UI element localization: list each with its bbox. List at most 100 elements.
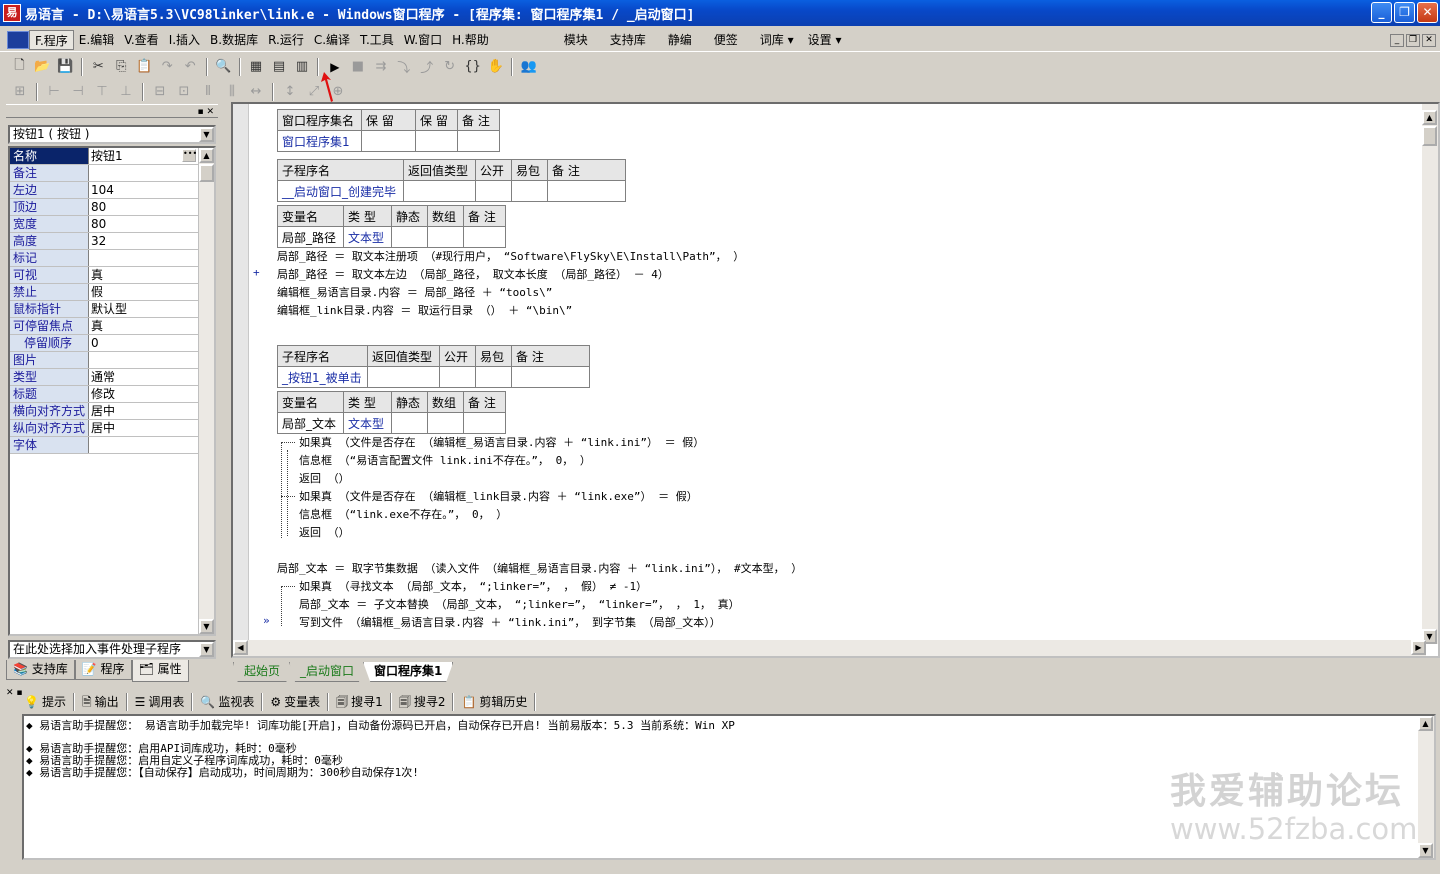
center-vertical-icon[interactable]: ⊡ [173, 82, 195, 102]
property-value[interactable]: 104 [89, 182, 214, 198]
code-line[interactable]: 返回 （） [299, 470, 350, 487]
menu-static-compile[interactable]: 静编 [663, 30, 697, 50]
tab-properties[interactable]: 🗂 属性 [131, 660, 189, 682]
new-file-icon[interactable]: 🗋 [9, 57, 30, 77]
tab-variables[interactable]: ⚙ 变量表 [266, 691, 324, 713]
paste-icon[interactable]: 📋 [134, 57, 155, 77]
code-line[interactable]: 返回 （） [299, 524, 350, 541]
property-scrollbar[interactable]: ▲ ▼ [198, 148, 214, 634]
property-value[interactable]: 修改 [89, 386, 214, 402]
property-value[interactable]: 居中 [89, 420, 214, 436]
code-line[interactable]: 局部_路径 ＝ 取文本注册项 （#现行用户， “Software\FlySky\… [277, 248, 744, 265]
table-cell[interactable] [511, 180, 548, 202]
menu-window[interactable]: W.窗口 [399, 30, 447, 50]
property-row[interactable]: 宽度 80 [10, 216, 214, 233]
menu-run[interactable]: R.运行 [263, 30, 309, 50]
tab-output[interactable]: 🗎 输出 [78, 691, 123, 713]
redo-icon[interactable]: ↷ [157, 57, 178, 77]
property-value[interactable]: 80 [89, 199, 214, 215]
scroll-thumb[interactable] [1422, 126, 1437, 146]
tab-startup-window[interactable]: _启动窗口 [289, 662, 366, 682]
property-row[interactable]: 顶边 80 [10, 199, 214, 216]
table-cell[interactable] [463, 412, 506, 434]
save-icon[interactable]: 💾 [55, 57, 76, 77]
space-horizontal-icon[interactable]: ⫴ [197, 82, 219, 102]
center-form-icon[interactable]: ⊕ [327, 82, 349, 102]
layout-1-icon[interactable]: ▦ [246, 57, 267, 77]
table-cell[interactable] [391, 412, 428, 434]
property-row[interactable]: 停留顺序 0 [10, 335, 214, 352]
table-cell[interactable] [427, 226, 464, 248]
maximize-button[interactable]: ❐ [1394, 2, 1415, 23]
align-top-icon[interactable]: ⊤ [91, 82, 113, 102]
scroll-up-icon[interactable]: ▲ [199, 148, 214, 163]
ellipsis-icon[interactable]: ••• [182, 149, 197, 162]
property-value[interactable]: 0 [89, 335, 214, 351]
menu-support-lib[interactable]: 支持库 [605, 30, 651, 50]
menu-help[interactable]: H.帮助 [447, 30, 494, 50]
property-value[interactable]: 真 [89, 318, 214, 334]
align-bottom-icon[interactable]: ⊥ [115, 82, 137, 102]
table-row[interactable]: 局部_路径 文本型 [277, 226, 506, 248]
property-value[interactable] [89, 250, 214, 266]
sub-name-cell[interactable]: _按钮1_被单击 [277, 366, 368, 388]
space-vertical-icon[interactable]: ⫼ [221, 82, 243, 102]
table-cell[interactable] [511, 366, 590, 388]
center-horizontal-icon[interactable]: ⊟ [149, 82, 171, 102]
scroll-up-icon[interactable]: ▲ [1418, 716, 1433, 731]
code-line[interactable]: 编辑框_link目录.内容 ＝ 取运行目录 （） ＋ “\bin\” [277, 302, 572, 319]
property-row[interactable]: 纵向对齐方式 居中 [10, 420, 214, 437]
property-value[interactable]: 80 [89, 216, 214, 232]
minimize-button[interactable]: _ [1371, 2, 1392, 23]
table-row[interactable]: _按钮1_被单击 [277, 366, 590, 388]
tab-call-stack[interactable]: ☰ 调用表 [131, 691, 189, 713]
property-row[interactable]: 横向对齐方式 居中 [10, 403, 214, 420]
table-cell[interactable] [439, 366, 476, 388]
scroll-up-icon[interactable]: ▲ [1422, 110, 1437, 125]
tab-watch[interactable]: 🔍 监视表 [196, 691, 258, 713]
property-row[interactable]: 标题 修改 [10, 386, 214, 403]
copy-icon[interactable]: ⎘ [111, 57, 132, 77]
table-cell[interactable] [427, 412, 464, 434]
code-line[interactable]: 局部_文本 ＝ 子文本替换 （局部_文本， “;linker=”， “linke… [299, 596, 740, 613]
mdi-close-button[interactable]: ✕ [1422, 34, 1436, 47]
code-line[interactable]: 如果真 （文件是否存在 （编辑框_易语言目录.内容 ＋ “link.ini”） … [299, 434, 704, 451]
property-row[interactable]: 鼠标指针 默认型 [10, 301, 214, 318]
tab-tips[interactable]: 💡 提示 [20, 691, 70, 713]
mdi-minimize-button[interactable]: _ [1390, 34, 1404, 47]
sub-name-cell[interactable]: __启动窗口_创建完毕 [277, 180, 404, 202]
tab-search-1[interactable]: 🗐 搜寻1 [332, 691, 387, 713]
step-out-icon[interactable]: ⤴ [416, 57, 437, 77]
property-row[interactable]: 名称 按钮1 ••• [10, 148, 214, 165]
editor-gutter[interactable] [233, 104, 249, 656]
table-row[interactable]: __启动窗口_创建完毕 [277, 180, 626, 202]
menu-compile[interactable]: C.编译 [309, 30, 355, 50]
code-line[interactable]: 如果真 （文件是否存在 （编辑框_link目录.内容 ＋ “link.exe”）… [299, 488, 698, 505]
assembly-name-cell[interactable]: 窗口程序集1 [277, 130, 362, 152]
same-size-icon[interactable]: ⤢ [303, 82, 325, 102]
mdi-restore-button[interactable]: ❐ [1406, 34, 1420, 47]
menu-dictionary[interactable]: 词库 ▾ [755, 30, 799, 50]
menu-database[interactable]: B.数据库 [205, 30, 263, 50]
undo-icon[interactable]: ↶ [180, 57, 201, 77]
code-line[interactable]: 信息框 （“link.exe不存在。”， 0， ） [299, 506, 507, 523]
table-row[interactable]: 局部_文本 文本型 [277, 412, 506, 434]
align-right-icon[interactable]: ⊣ [67, 82, 89, 102]
scroll-down-icon[interactable]: ▼ [199, 619, 214, 634]
scroll-thumb[interactable] [199, 164, 214, 182]
property-row[interactable]: 类型 通常 [10, 369, 214, 386]
code-line[interactable]: 信息框 （“易语言配置文件 link.ini不存在。”， 0， ） [299, 452, 591, 469]
property-value[interactable] [89, 165, 214, 181]
menu-program[interactable]: F.程序 [29, 29, 74, 50]
event-selector[interactable]: 在此处选择加入事件处理子程序 ▼ [8, 640, 216, 659]
table-cell[interactable] [403, 180, 476, 202]
property-row[interactable]: 备注 [10, 165, 214, 182]
code-line[interactable]: 局部_文本 ＝ 取字节集数据 （读入文件 （编辑框_易语言目录.内容 ＋ “li… [277, 560, 802, 577]
scroll-down-icon[interactable]: ▼ [1418, 843, 1433, 858]
menu-settings[interactable]: 设置 ▾ [803, 30, 847, 50]
property-row[interactable]: 高度 32 [10, 233, 214, 250]
panel-grip[interactable]: ▪ ✕ [6, 104, 218, 118]
table-cell[interactable] [415, 130, 458, 152]
editor-vertical-scrollbar[interactable]: ▲ ▼ [1422, 104, 1438, 644]
table-row[interactable]: 窗口程序集1 [277, 130, 500, 152]
